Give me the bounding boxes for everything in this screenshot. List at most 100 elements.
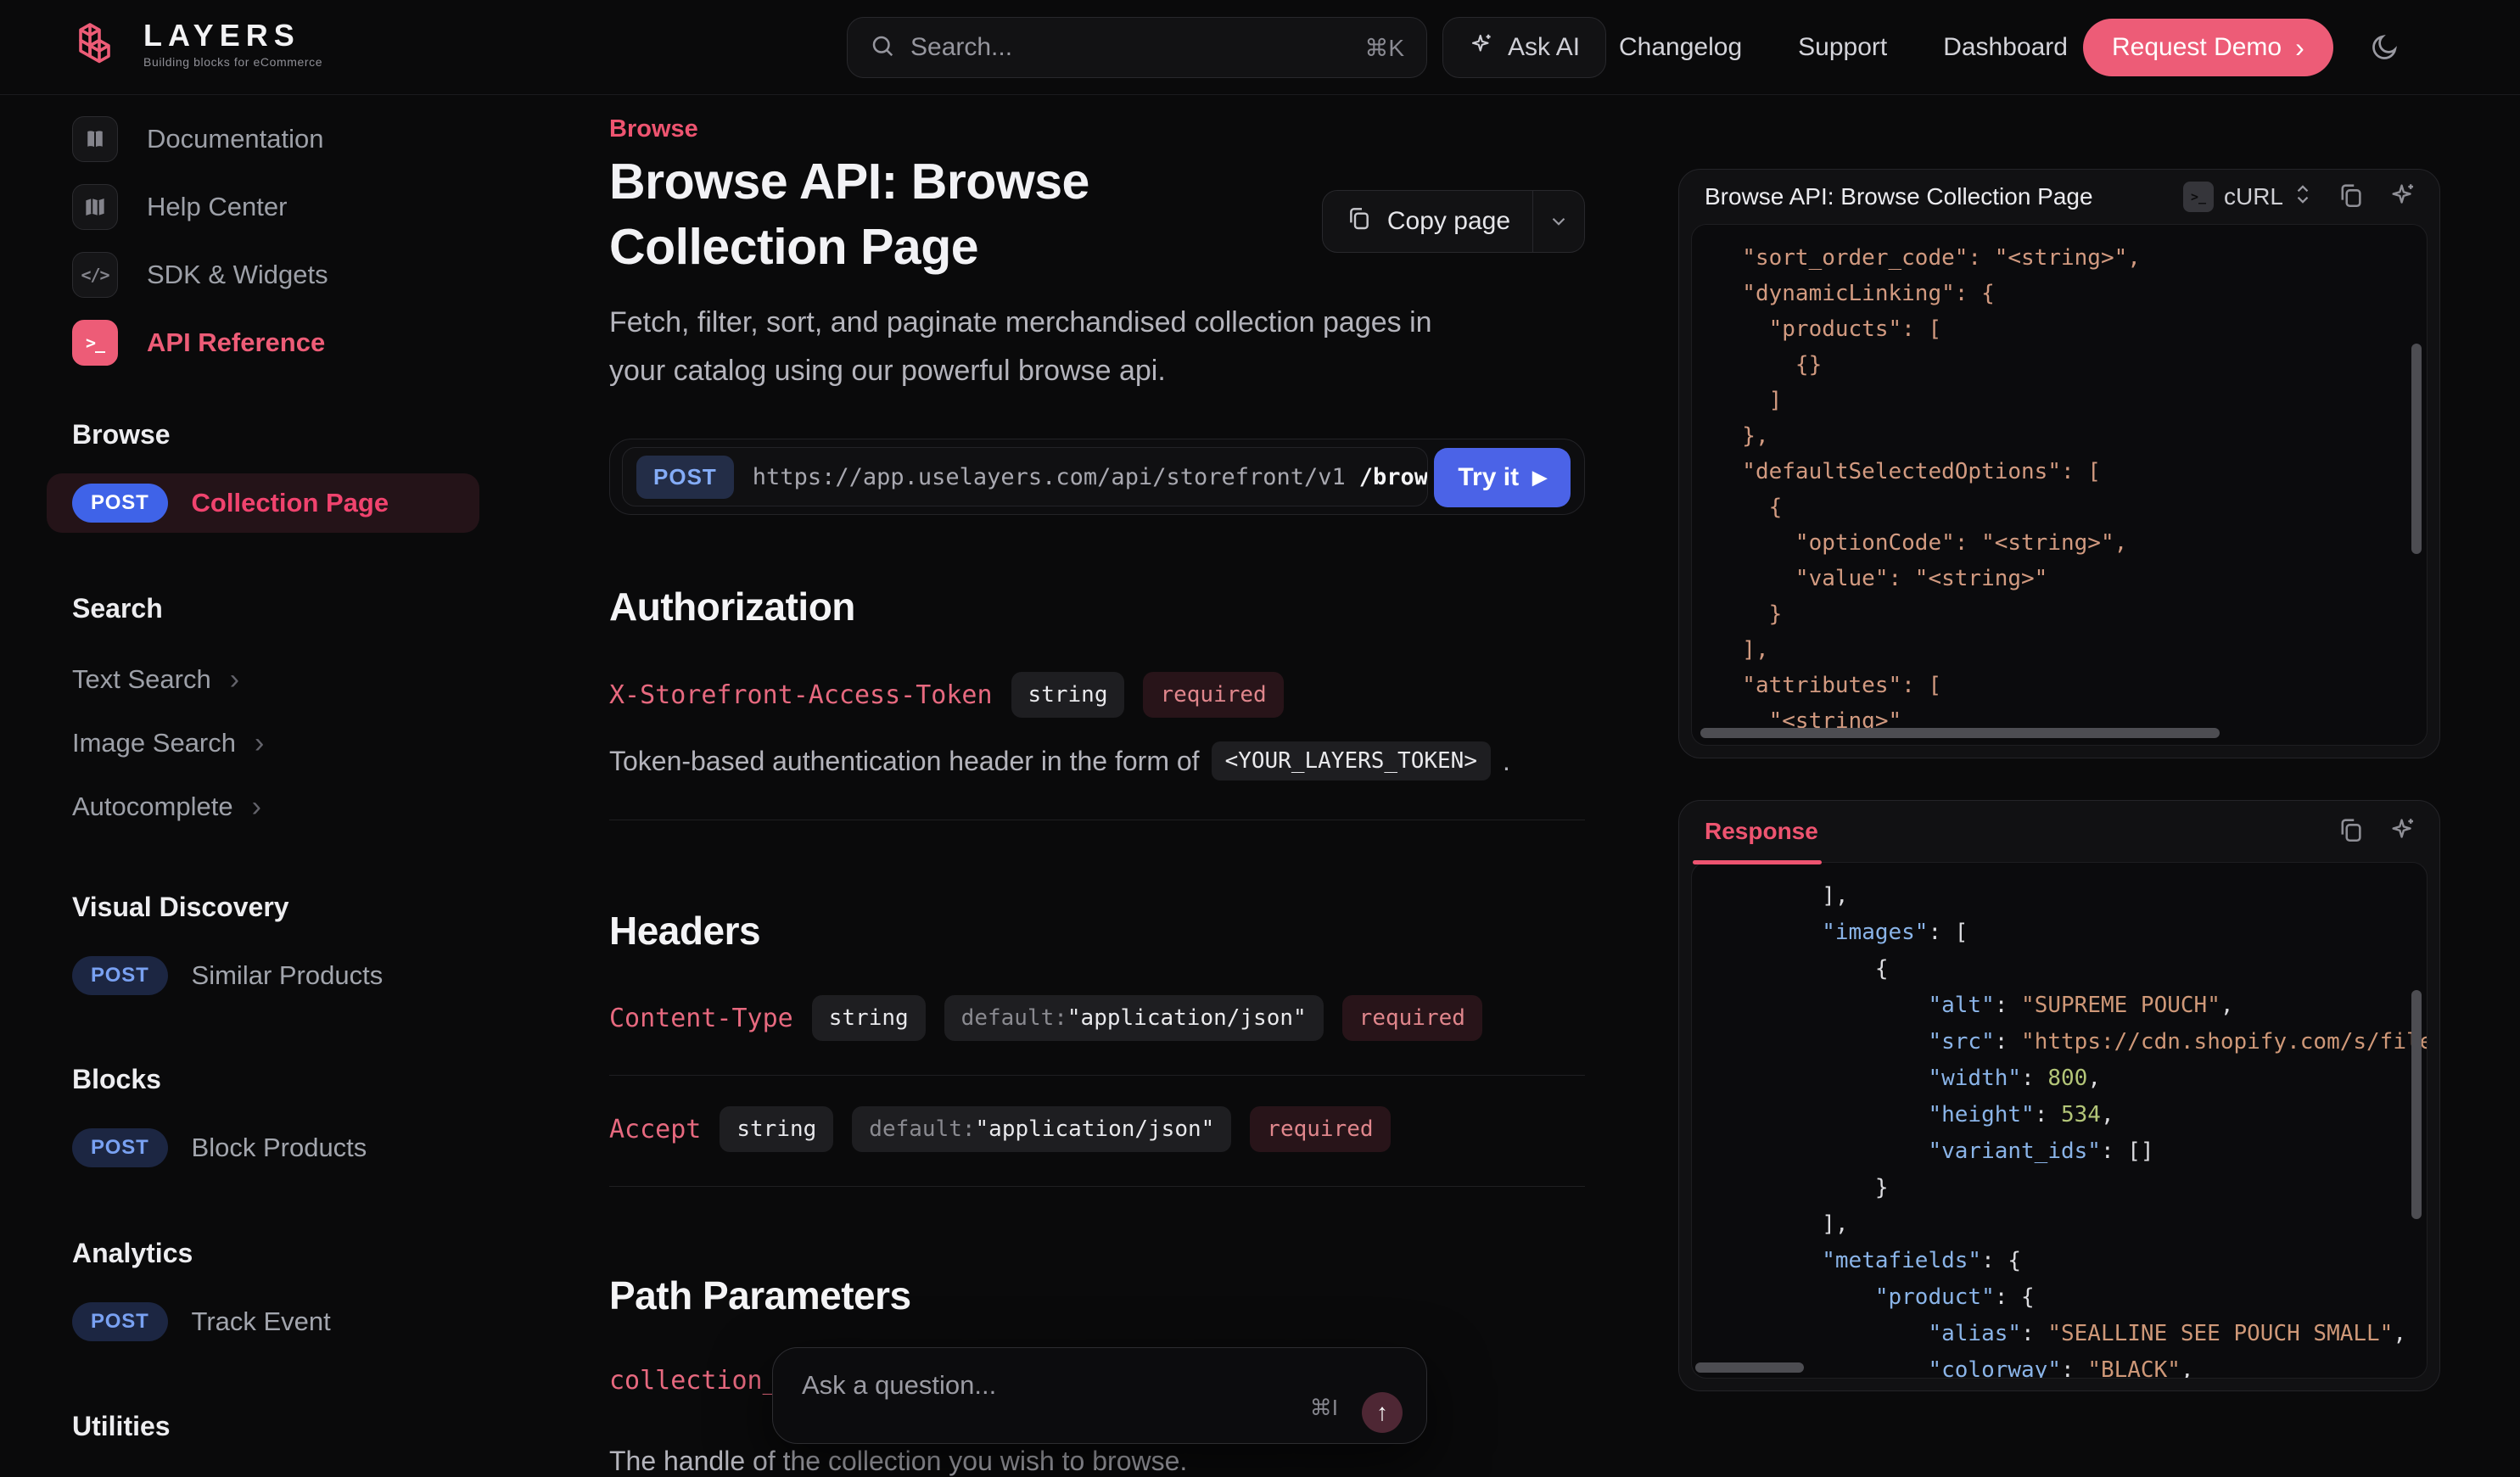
code-icon: </>: [72, 252, 118, 298]
sidebar-link-autocomplete[interactable]: Autocomplete›: [72, 775, 560, 838]
horizontal-scrollbar[interactable]: [1700, 728, 2220, 738]
nav-link-dashboard[interactable]: Dashboard: [1943, 33, 2068, 62]
sidebar-section-title: Browse: [72, 417, 560, 451]
main-content: Browse Browse API: BrowseCollection Page…: [609, 95, 1587, 1469]
copy-page-button[interactable]: Copy page: [1322, 190, 1585, 253]
sidebar-section-blocks: Blocks POST Block Products: [0, 1062, 560, 1178]
copy-icon[interactable]: [2336, 815, 2365, 848]
language-select[interactable]: >_ cURL: [2183, 182, 2312, 212]
vertical-scrollbar[interactable]: [2411, 990, 2422, 1219]
header-param-row: Accept string default:"application/json" re…: [609, 1106, 1391, 1152]
book-icon: [72, 116, 118, 162]
request-code-block: "sort_order_code": "<string>", "dynamicL…: [1691, 224, 2428, 746]
param-name: Content-Type: [609, 1004, 793, 1033]
param-name: X-Storefront-Access-Token: [609, 680, 993, 710]
copy-icon[interactable]: [2336, 181, 2365, 214]
chevron-right-icon: ›: [2295, 35, 2304, 60]
type-badge: string: [1011, 672, 1125, 718]
language-label: cURL: [2224, 183, 2283, 210]
chevron-down-icon[interactable]: [1533, 191, 1584, 252]
method-badge: POST: [72, 1302, 168, 1341]
divider: [609, 1075, 1585, 1076]
sidebar-item-help-center[interactable]: Help Center: [72, 183, 287, 231]
brand[interactable]: LAYERS Building blocks for eCommerce: [72, 19, 322, 77]
request-panel-title: Browse API: Browse Collection Page: [1705, 183, 2093, 210]
sidebar-item-documentation[interactable]: Documentation: [72, 115, 324, 163]
search-shortcut: ⌘K: [1364, 34, 1404, 62]
sidebar-section-search: Search Text Search›Image Search›Autocompl…: [0, 591, 560, 838]
search-input[interactable]: Search... ⌘K: [847, 17, 1427, 78]
sidebar-item-api-reference[interactable]: >_API Reference: [72, 319, 325, 366]
sidebar-section-title: Blocks: [72, 1062, 560, 1096]
request-demo-label: Request Demo: [2112, 33, 2282, 62]
sidebar-section-browse: Browse POST Collection Page: [0, 417, 560, 533]
sidebar-link-text-search[interactable]: Text Search›: [72, 647, 560, 711]
nav-link-changelog[interactable]: Changelog: [1619, 33, 1742, 62]
auth-param-row: X-Storefront-Access-Token string require…: [609, 672, 1284, 718]
dark-mode-toggle[interactable]: [2369, 32, 2400, 67]
copy-page-label: Copy page: [1387, 207, 1510, 236]
required-badge: required: [1250, 1106, 1390, 1152]
sidebar-section-analytics: AnalyticsPOSTTrack Event: [0, 1236, 560, 1351]
endpoint-base-url: https://app.uselayers.com/api/storefront…: [753, 464, 1346, 490]
endpoint-url[interactable]: POST https://app.uselayers.com/api/store…: [622, 447, 1428, 506]
method-badge: POST: [72, 484, 168, 523]
chevron-right-icon: ›: [252, 794, 261, 820]
type-badge: string: [720, 1106, 833, 1152]
page-description: Fetch, filter, sort, and paginate mercha…: [609, 299, 1432, 395]
brand-tagline: Building blocks for eCommerce: [143, 55, 322, 69]
horizontal-scrollbar[interactable]: [1695, 1362, 1804, 1373]
try-it-button[interactable]: Try it ▶: [1434, 448, 1571, 507]
terminal-icon: >_: [2183, 182, 2214, 212]
param-name: Accept: [609, 1115, 701, 1144]
send-button[interactable]: ↑: [1362, 1392, 1403, 1433]
response-code: ], "images": [ { "alt": "SUPREME POUCH",…: [1692, 863, 2427, 1379]
ask-ai-label: Ask AI: [1508, 33, 1580, 62]
sidebar-section-title: Utilities: [72, 1409, 560, 1443]
sidebar-section-title: Search: [72, 591, 560, 625]
ask-question-bar[interactable]: Ask a question... ⌘I ↑: [772, 1347, 1427, 1444]
active-tab-indicator: [1693, 860, 1822, 864]
type-badge: string: [812, 995, 926, 1041]
nav-link-support[interactable]: Support: [1798, 33, 1887, 62]
nav-links: Changelog Support Dashboard: [1619, 0, 2068, 95]
request-demo-button[interactable]: Request Demo ›: [2083, 19, 2333, 76]
play-icon: ▶: [1532, 467, 1547, 489]
path-param-description: The handle of the collection you wish to…: [609, 1446, 1187, 1477]
sidebar-endpoint-track-event[interactable]: POST Track Event: [0, 1292, 560, 1351]
ask-question-placeholder: Ask a question...: [802, 1370, 996, 1401]
request-panel-header: Browse API: Browse Collection Page >_ cU…: [1679, 170, 2439, 224]
sparkle-icon[interactable]: [2388, 181, 2417, 214]
response-tab[interactable]: Response: [1705, 818, 1818, 845]
chevron-right-icon: ›: [230, 667, 239, 692]
sidebar: Documentation Help Center </> SDK & Widgets…: [0, 95, 560, 1469]
sidebar-item-label: Track Event: [192, 1306, 331, 1337]
try-it-label: Try it: [1458, 463, 1519, 492]
sidebar-link-image-search[interactable]: Image Search›: [72, 711, 560, 775]
sidebar-item-label: Collection Page: [192, 488, 389, 518]
sidebar-item-label: Block Products: [192, 1133, 367, 1163]
response-example-panel: Response ], "images": [ { "alt": "SUPREM…: [1678, 800, 2440, 1391]
endpoint-path: /brow: [1359, 464, 1428, 490]
token-code-chip: <YOUR_LAYERS_TOKEN>: [1212, 741, 1491, 780]
vertical-scrollbar[interactable]: [2411, 344, 2422, 554]
authorization-heading: Authorization: [609, 584, 855, 629]
ask-question-shortcut: ⌘I: [1310, 1395, 1338, 1421]
sidebar-section-utilities: Utilities: [0, 1409, 560, 1465]
sidebar-item-label: Help Center: [147, 192, 287, 222]
search-placeholder: Search...: [910, 33, 1349, 62]
sparkle-icon[interactable]: [2388, 815, 2417, 848]
ask-ai-button[interactable]: Ask AI: [1442, 17, 1606, 78]
required-badge: required: [1342, 995, 1482, 1041]
method-badge: POST: [72, 1128, 168, 1167]
arrow-up-icon: ↑: [1376, 1399, 1388, 1426]
sidebar-endpoint-similar-products[interactable]: POSTSimilar Products: [0, 946, 560, 1005]
sidebar-item-label: SDK & Widgets: [147, 260, 328, 290]
sidebar-item-label: Similar Products: [192, 960, 384, 991]
sidebar-endpoint-block-products[interactable]: POST Block Products: [0, 1118, 560, 1178]
sidebar-item-sdk-widgets[interactable]: </> SDK & Widgets: [72, 251, 328, 299]
sidebar-endpoint-collection-page[interactable]: POST Collection Page: [47, 473, 479, 533]
default-badge: default:"application/json": [852, 1106, 1231, 1152]
breadcrumb[interactable]: Browse: [609, 115, 698, 143]
headers-heading: Headers: [609, 908, 760, 954]
